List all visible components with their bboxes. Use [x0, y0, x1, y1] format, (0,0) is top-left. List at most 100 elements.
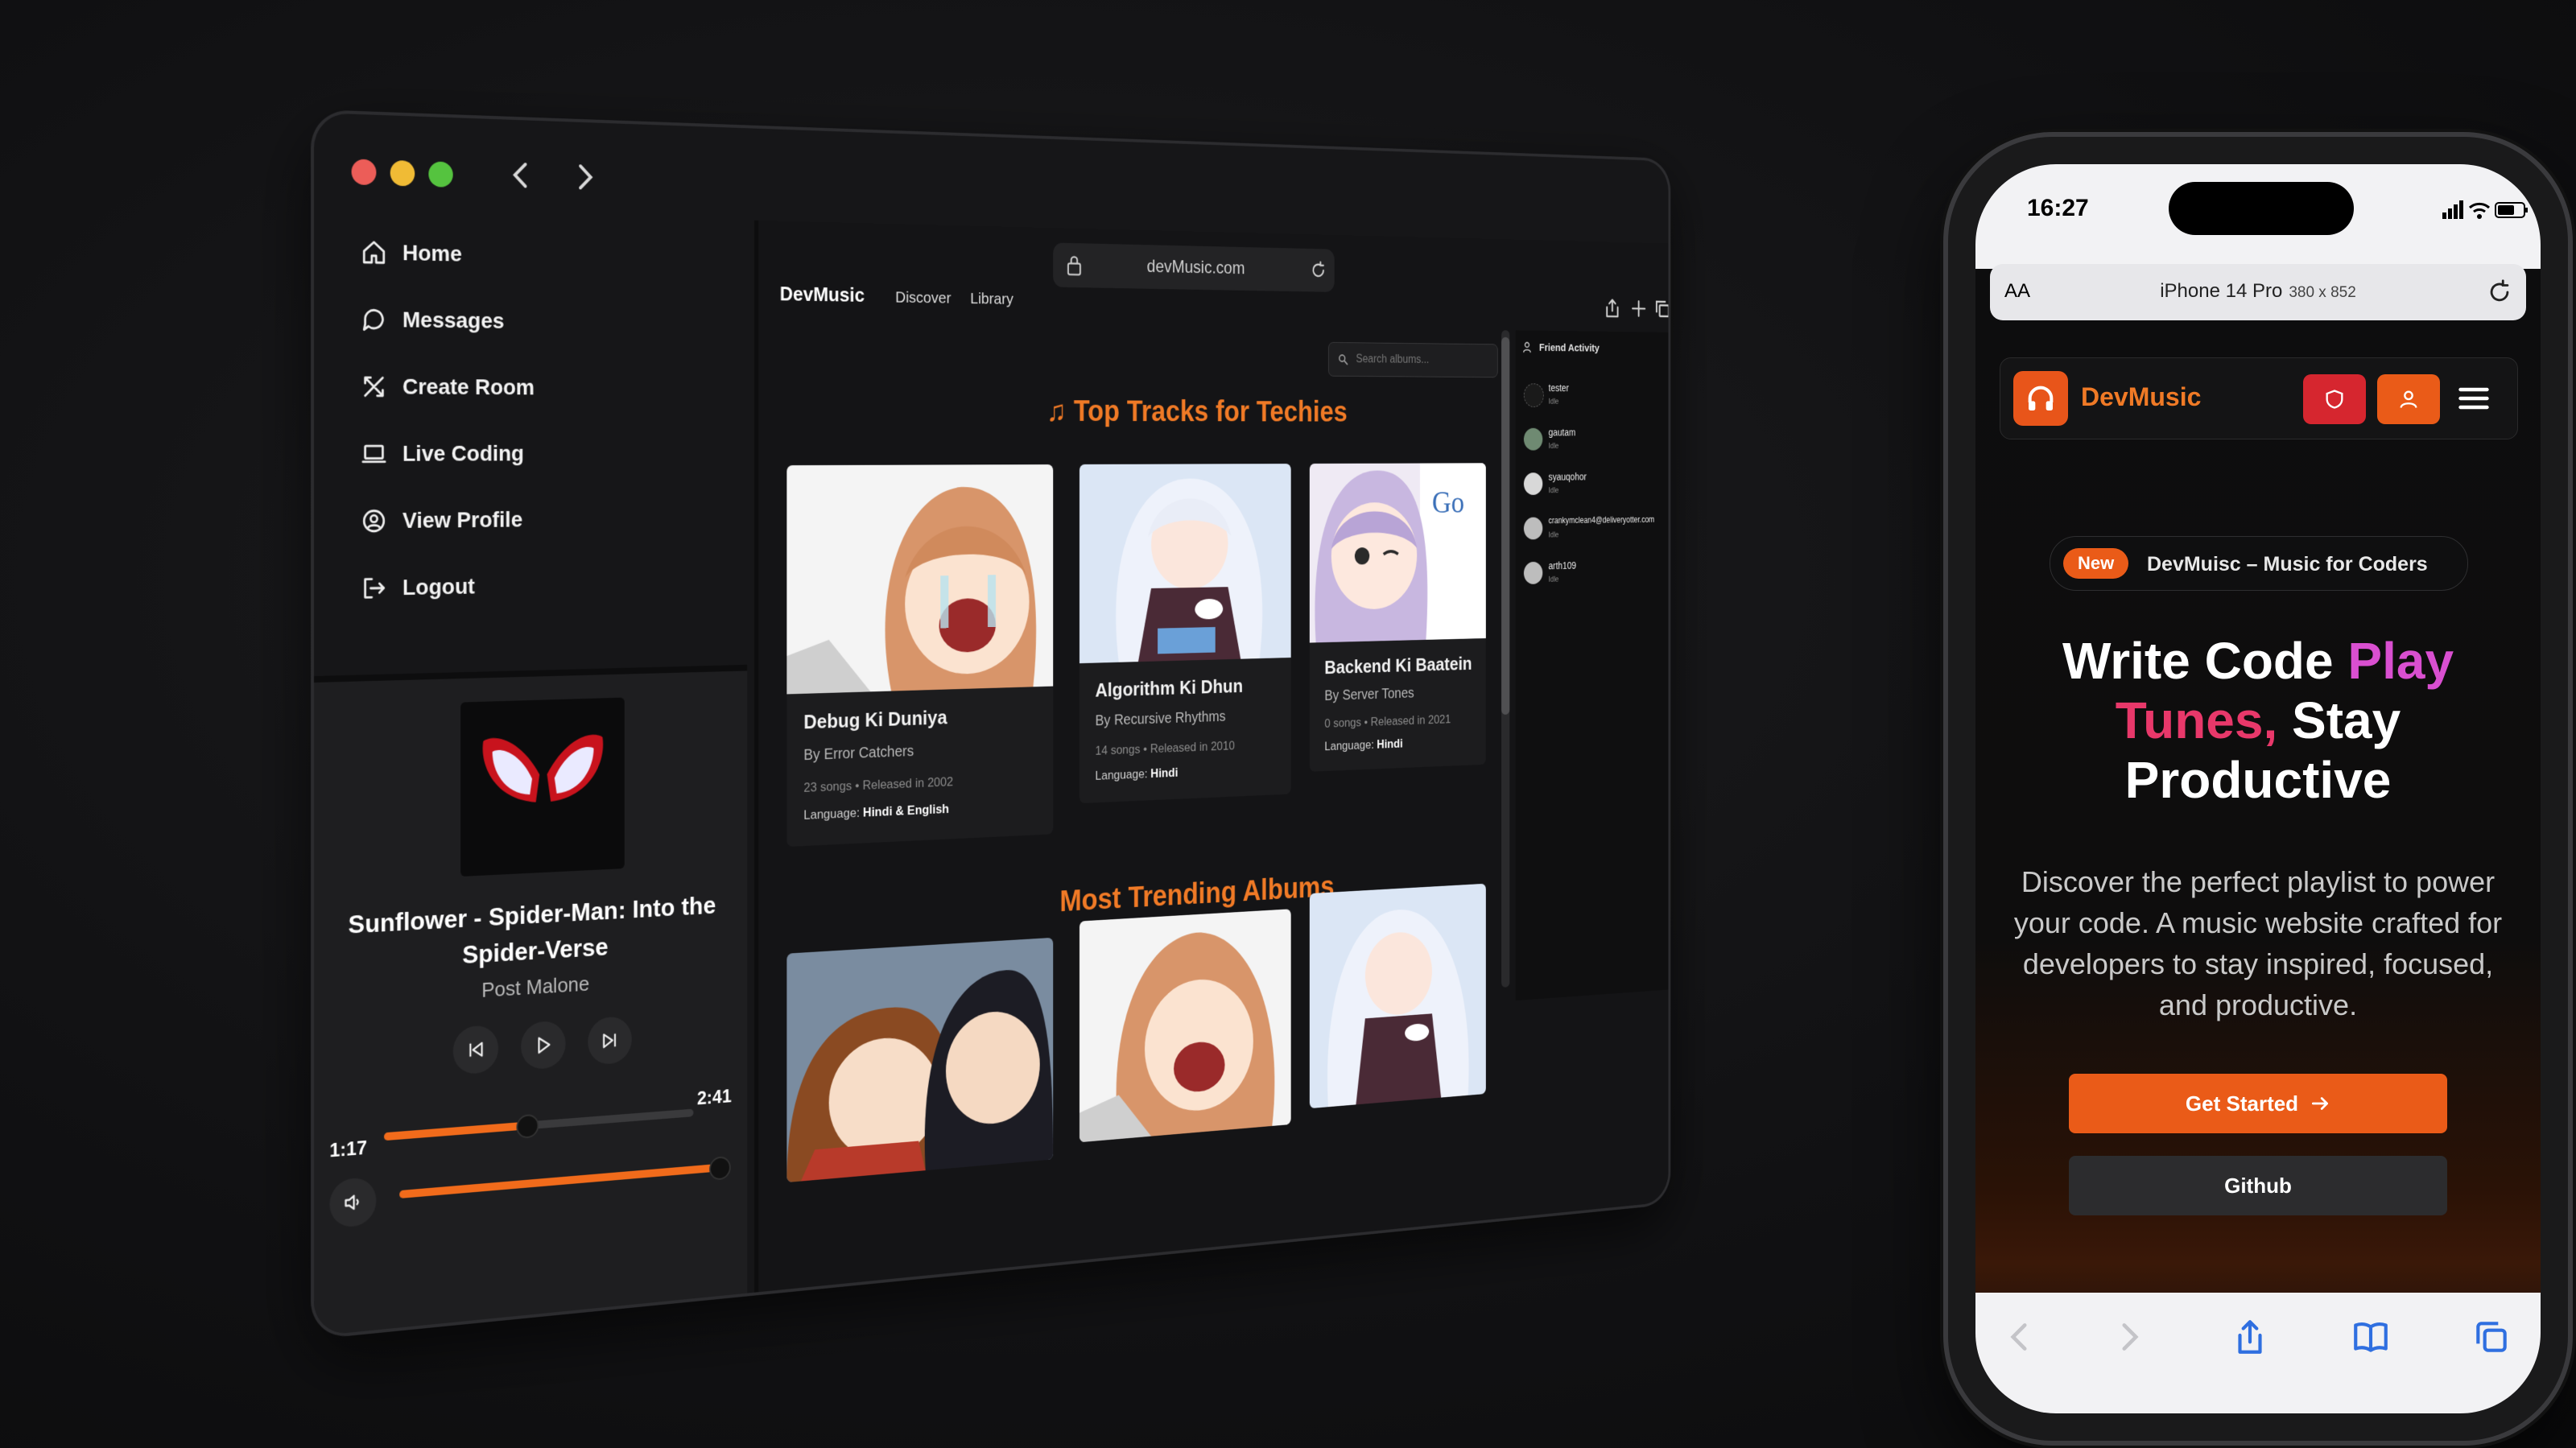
get-started-button[interactable]: Get Started [2069, 1074, 2447, 1133]
forward-arrow-icon[interactable] [570, 159, 600, 195]
site-navbar: DevMusic [2000, 357, 2518, 439]
friend-item[interactable]: tester Idle [1523, 379, 1669, 421]
profile-button[interactable] [2377, 374, 2440, 424]
album-art [786, 937, 1054, 1183]
share-icon[interactable] [1603, 297, 1621, 320]
volume-fill [399, 1163, 719, 1199]
card-meta: 14 songs • Released in 2010 [1095, 738, 1235, 758]
announcement-pill[interactable]: New DevMuisc – Music for Coders [2050, 536, 2468, 591]
search-box[interactable] [1327, 341, 1498, 378]
back-icon[interactable] [2000, 1317, 2040, 1357]
profile-icon [361, 507, 387, 534]
sidebar: Home Messages Create Room Live Coding Vi… [314, 217, 747, 623]
friend-item[interactable]: syauqohor Idle [1523, 468, 1669, 510]
close-window-button[interactable] [351, 159, 377, 186]
album-card[interactable] [786, 937, 1054, 1183]
card-meta: 23 songs • Released in 2002 [803, 774, 954, 795]
status-bar: 16:27 [1975, 164, 2541, 269]
progress-fill [384, 1121, 526, 1141]
card-artist: By Error Catchers [803, 743, 914, 764]
progress-slider[interactable] [384, 1108, 694, 1141]
desktop-mockup: Home Messages Create Room Live Coding Vi… [314, 113, 1669, 1336]
album-art: Go [1309, 463, 1486, 643]
card-language: Language: Hindi & English [803, 802, 949, 823]
previous-track-button[interactable] [452, 1024, 499, 1075]
address-text: iPhone 14 Pro 380 x 852 [1990, 280, 2526, 303]
scrollbar[interactable] [1501, 330, 1510, 988]
progress-handle[interactable] [516, 1113, 539, 1140]
sidebar-item-logout[interactable]: Logout [314, 550, 747, 623]
album-card[interactable] [1079, 909, 1291, 1143]
wifi-icon [2469, 202, 2490, 219]
tabs-icon[interactable] [2471, 1317, 2512, 1357]
github-button[interactable]: Github [2069, 1156, 2447, 1215]
users-icon [1522, 340, 1534, 354]
card-title: Debug Ki Duniya [803, 705, 947, 734]
headphones-icon [2028, 386, 2054, 410]
reload-icon[interactable] [2486, 278, 2513, 306]
shield-icon [2326, 390, 2343, 409]
top-tracks-heading: ♫ Top Tracks for Techies [1046, 395, 1348, 429]
total-time: 2:41 [696, 1086, 732, 1110]
track-card[interactable]: Go Backend Ki Baatein By Server Tones 0 … [1309, 463, 1486, 772]
friend-status: Idle [1548, 575, 1559, 584]
hero-word: Stay [2292, 691, 2401, 749]
tabs-icon[interactable] [1653, 298, 1668, 320]
site-brand[interactable]: DevMusic [780, 282, 865, 307]
card-artist: By Recursive Rhythms [1095, 708, 1226, 729]
friend-name: gautam [1548, 427, 1576, 438]
back-arrow-icon[interactable] [506, 158, 535, 193]
svg-text:Go: Go [1432, 485, 1464, 520]
share-icon[interactable] [2230, 1317, 2270, 1357]
friend-status: Idle [1548, 530, 1559, 540]
sidebar-item-label: Logout [402, 573, 475, 600]
friend-status: Idle [1548, 442, 1559, 451]
url-bar[interactable]: devMusic.com [1053, 242, 1335, 292]
admin-button[interactable] [2303, 374, 2366, 424]
maximize-window-button[interactable] [428, 161, 453, 188]
safari-address-bar[interactable]: AA iPhone 14 Pro 380 x 852 [1990, 264, 2526, 320]
play-button[interactable] [521, 1020, 566, 1071]
new-tab-icon[interactable] [1629, 298, 1648, 320]
sidebar-item-create-room[interactable]: Create Room [314, 353, 747, 421]
safari-toolbar [1975, 1293, 2541, 1413]
nav-library[interactable]: Library [970, 290, 1013, 308]
sidebar-item-home[interactable]: Home [314, 217, 747, 292]
hero-heading: Write Code Play Tunes, Stay Productive [1992, 631, 2524, 810]
friend-item[interactable]: crankymclean4@deliveryotter.com Idle [1523, 512, 1669, 555]
search-input[interactable] [1354, 352, 1491, 368]
scrollbar-thumb[interactable] [1501, 336, 1510, 716]
friend-item[interactable]: gautam Idle [1523, 424, 1669, 466]
minimize-window-button[interactable] [390, 159, 415, 187]
sidebar-item-live-coding[interactable]: Live Coding [314, 420, 747, 488]
volume-handle[interactable] [709, 1155, 731, 1181]
skip-forward-icon [600, 1029, 621, 1052]
track-card[interactable]: Debug Ki Duniya By Error Catchers 23 son… [786, 464, 1054, 848]
next-track-button[interactable] [588, 1015, 632, 1066]
device-size: 380 x 852 [2289, 284, 2356, 301]
friend-name: crankymclean4@deliveryotter.com [1548, 514, 1655, 526]
forward-icon[interactable] [2109, 1317, 2149, 1357]
hamburger-menu-icon[interactable] [2456, 381, 2491, 416]
reload-icon[interactable] [1310, 260, 1327, 280]
language-label: Language: [803, 805, 860, 823]
sidebar-item-view-profile[interactable]: View Profile [314, 485, 747, 555]
brand-name[interactable]: DevMusic [2081, 382, 2201, 412]
home-icon [361, 238, 387, 266]
nav-discover[interactable]: Discover [895, 289, 951, 308]
current-time: 1:17 [329, 1137, 367, 1162]
bookmarks-icon[interactable] [2351, 1317, 2391, 1357]
search-icon [1337, 353, 1348, 365]
friend-item[interactable]: arth109 Idle [1523, 555, 1669, 600]
logo[interactable] [2013, 371, 2068, 426]
hero-word: Write Code [2062, 632, 2334, 690]
volume-button[interactable] [329, 1176, 377, 1229]
sidebar-item-messages[interactable]: Messages [314, 285, 747, 357]
language-label: Language: [1095, 766, 1148, 783]
track-card[interactable]: Algorithm Ki Dhun By Recursive Rhythms 1… [1079, 464, 1291, 804]
language-value: Hindi & English [863, 801, 949, 820]
hero-subtitle: Discover the perfect playlist to power y… [2013, 865, 2503, 1021]
album-card[interactable] [1309, 883, 1486, 1109]
volume-slider[interactable] [399, 1155, 731, 1199]
avatar [1523, 561, 1543, 584]
